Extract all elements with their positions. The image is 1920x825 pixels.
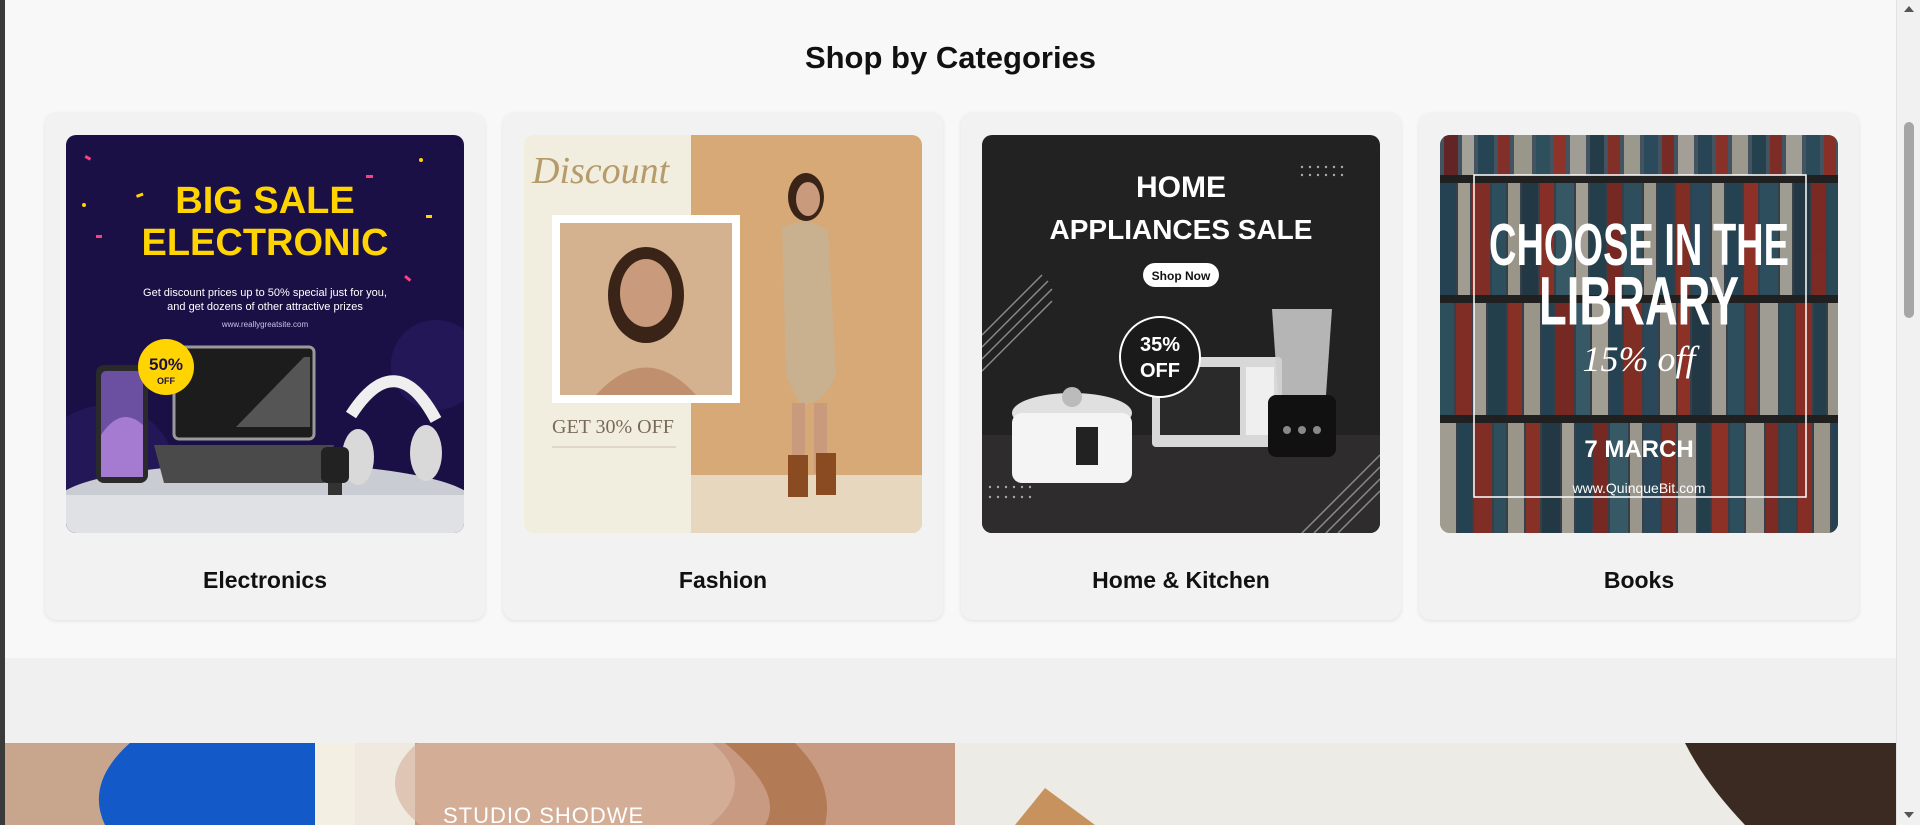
fashion-script: Discount [531, 150, 671, 192]
category-card-fashion[interactable]: Discount GET 30% OFF Fashion [503, 113, 943, 620]
section-title: Shop by Categories [804, 40, 1097, 75]
category-label-fashion[interactable]: Fashion [503, 567, 943, 594]
promo-banner[interactable]: STUDIO SHODWE [5, 743, 1896, 825]
books-url: www.QuinqueBit.com [1571, 480, 1705, 496]
electronics-line-2: and get dozens of other attractive prize… [167, 301, 363, 313]
electronics-url: www.reallygreatsite.com [221, 320, 309, 329]
electronics-image[interactable]: BIG SALE ELECTRONIC Get discount prices … [66, 135, 464, 533]
scrollbar[interactable] [1896, 0, 1920, 825]
fashion-offer: GET 30% OFF [552, 416, 674, 438]
page-viewport: Shop by Categories BIG SALE ELECTRONIC G… [5, 0, 1896, 825]
home-headline-2: APPLIANCES SALE [1050, 214, 1313, 245]
electronics-badge-2: OFF [157, 376, 175, 386]
books-script: 15% off [1583, 339, 1701, 379]
category-card-books[interactable]: CHOOSE IN THE LIBRARY 15% off 7 MARCH ww… [1419, 113, 1859, 620]
books-date: 7 MARCH [1584, 436, 1693, 463]
electronics-badge-1: 50% [149, 355, 183, 374]
banner-text: STUDIO SHODWE [443, 803, 644, 825]
books-headline-2: LIBRARY [1539, 262, 1739, 340]
home-cta: Shop Now [1152, 269, 1211, 283]
home-badge-2: OFF [1140, 360, 1180, 382]
electronics-headline-2: ELECTRONIC [142, 222, 389, 264]
category-card-home-kitchen[interactable]: HOME APPLIANCES SALE Shop Now 35% OFF Ho… [961, 113, 1401, 620]
electronics-headline-1: BIG SALE [175, 180, 354, 222]
category-label-home-kitchen[interactable]: Home & Kitchen [961, 567, 1401, 594]
home-kitchen-image[interactable]: HOME APPLIANCES SALE Shop Now 35% OFF [982, 135, 1380, 533]
scroll-down-arrow-icon[interactable] [1904, 812, 1914, 818]
section-spacer [5, 658, 1896, 743]
electronics-line-1: Get discount prices up to 50% special ju… [143, 287, 387, 299]
scroll-up-arrow-icon[interactable] [1904, 6, 1914, 12]
category-label-books[interactable]: Books [1419, 567, 1859, 594]
books-image[interactable]: CHOOSE IN THE LIBRARY 15% off 7 MARCH ww… [1440, 135, 1838, 533]
fashion-image[interactable]: Discount GET 30% OFF [524, 135, 922, 533]
home-headline-1: HOME [1136, 171, 1226, 204]
category-label-electronics[interactable]: Electronics [45, 567, 485, 594]
category-card-electronics[interactable]: BIG SALE ELECTRONIC Get discount prices … [45, 113, 485, 620]
home-badge-1: 35% [1140, 334, 1180, 356]
scroll-thumb[interactable] [1904, 122, 1914, 318]
